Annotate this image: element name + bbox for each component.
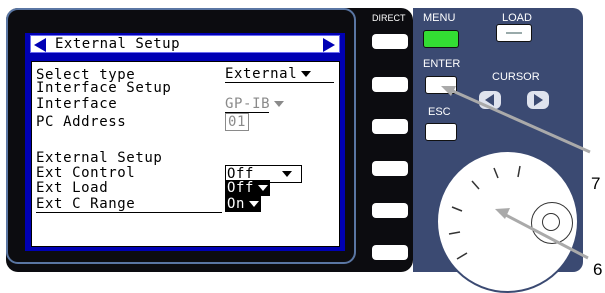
softkey-1[interactable] [372, 34, 408, 49]
title-bar: External Setup [30, 35, 340, 53]
esc-button[interactable] [425, 123, 457, 141]
ext-c-range-dropdown[interactable]: On [225, 196, 262, 212]
prev-page-icon[interactable] [34, 38, 46, 52]
esc-label: ESC [428, 106, 451, 118]
enter-button[interactable] [425, 76, 457, 94]
dropdown-arrow-icon [282, 171, 293, 177]
settings-list: Select type External Interface Setup Int… [31, 61, 340, 247]
softkey-3[interactable] [372, 119, 408, 134]
cursor-left-arrow-icon [485, 94, 494, 106]
lcd-screen: External Setup Select type External Inte… [25, 33, 345, 251]
ext-load-label: Ext Load [36, 180, 109, 196]
load-button[interactable] [496, 24, 532, 42]
screen-title: External Setup [55, 36, 181, 52]
interface-setup-heading: Interface Setup [36, 80, 172, 96]
interface-dropdown[interactable]: GP-IB [225, 96, 285, 113]
dropdown-arrow-icon [301, 71, 312, 77]
softkey-4[interactable] [372, 161, 408, 176]
softkey-6[interactable] [372, 245, 408, 260]
next-page-icon[interactable] [323, 38, 335, 52]
cursor-left-button[interactable] [479, 91, 501, 109]
enter-label: ENTER [423, 58, 461, 70]
load-label: LOAD [502, 12, 532, 24]
cursor-right-arrow-icon [534, 94, 543, 106]
softkey-2[interactable] [372, 77, 408, 92]
cursor-label: CURSOR [492, 71, 540, 83]
softkey-5[interactable] [372, 203, 408, 218]
interface-label: Interface [36, 96, 118, 112]
callout-number-enter: 7 [591, 174, 601, 193]
pc-address-label: PC Address [36, 114, 127, 130]
interface-value: GP-IB [225, 96, 271, 112]
dropdown-arrow-icon [249, 201, 260, 207]
dial-finger-knob-center [542, 213, 560, 231]
ext-c-range-value: On [227, 196, 246, 212]
ext-load-dropdown[interactable]: Off [225, 180, 271, 196]
ext-load-value: Off [227, 180, 255, 196]
select-type-dropdown[interactable]: External [225, 66, 334, 83]
external-setup-heading: External Setup [36, 150, 163, 166]
dropdown-arrow-icon [274, 101, 285, 107]
menu-button[interactable] [423, 30, 459, 48]
pc-address-field[interactable]: 01 [225, 113, 250, 131]
select-type-value: External [225, 66, 298, 82]
ext-control-label: Ext Control [36, 165, 136, 181]
cursor-right-button[interactable] [527, 91, 549, 109]
ext-c-range-label: Ext C Range [36, 196, 222, 213]
dropdown-arrow-icon [258, 185, 269, 191]
load-button-dash-icon [506, 32, 522, 34]
callout-number-dial: 6 [593, 260, 603, 279]
direct-label: DIRECT [372, 13, 406, 23]
menu-label: MENU [423, 12, 456, 24]
